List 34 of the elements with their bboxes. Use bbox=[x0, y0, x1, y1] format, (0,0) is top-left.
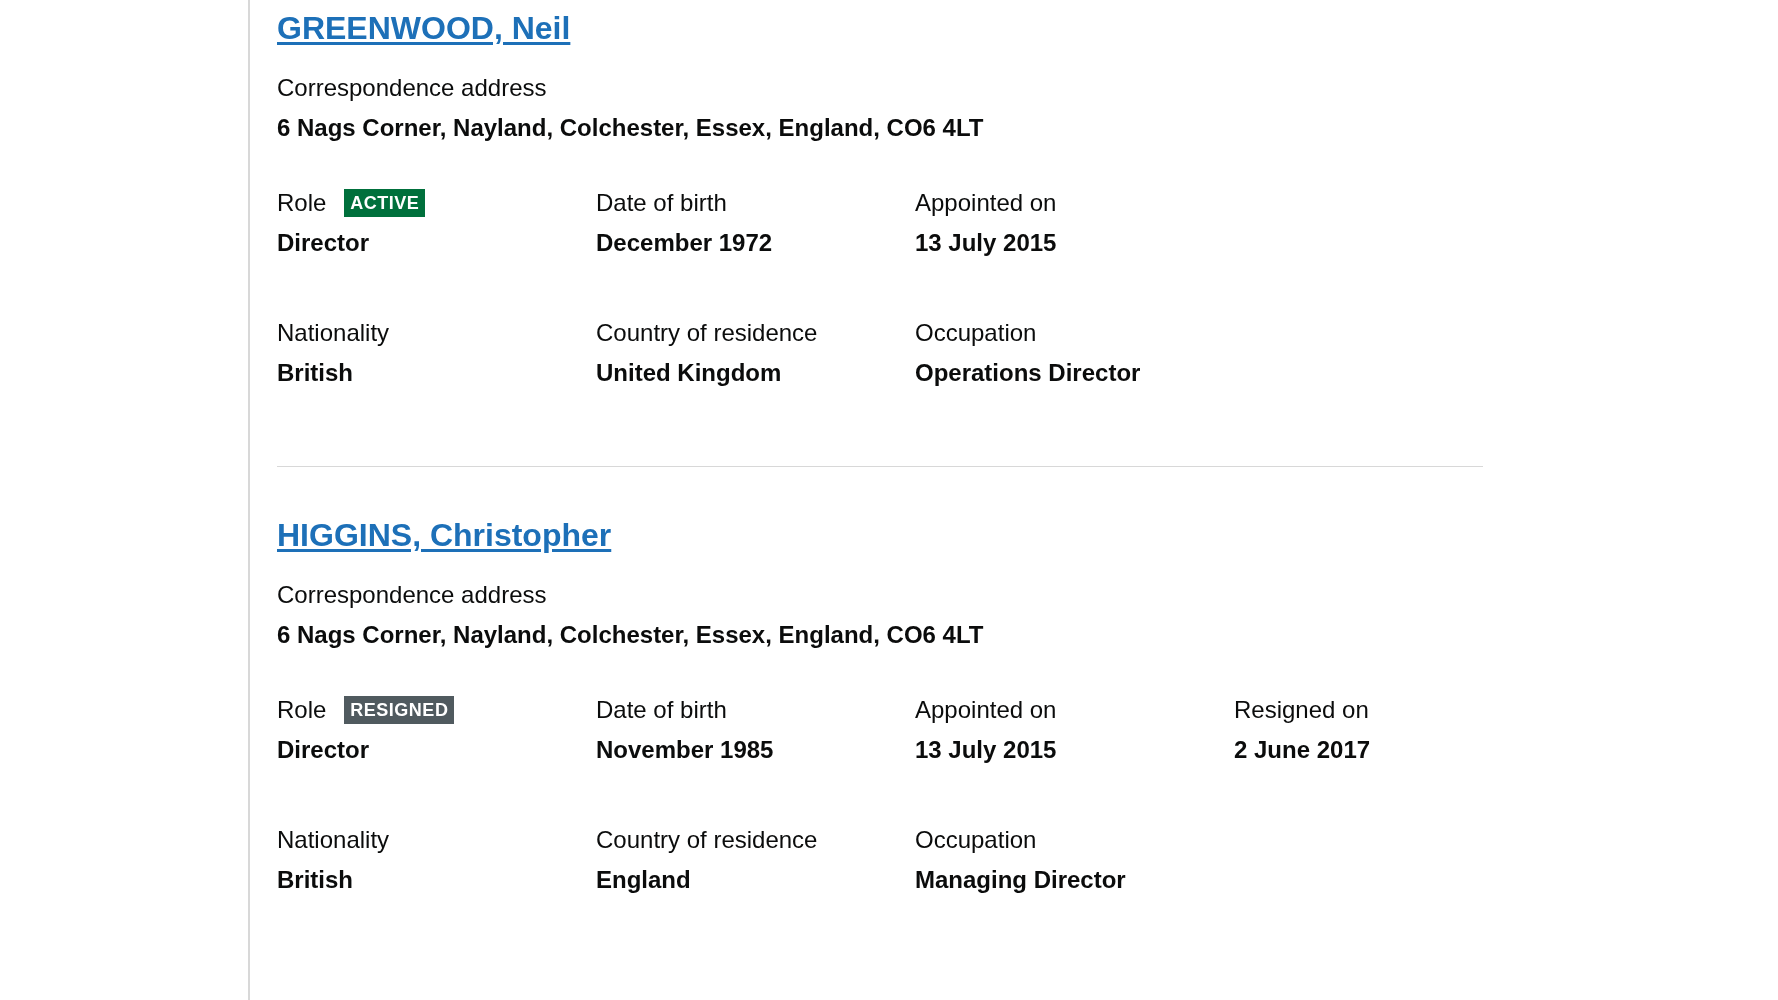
field-label: Role bbox=[277, 188, 327, 218]
field-value: 2 June 2017 bbox=[1234, 735, 1372, 765]
field-value: Director bbox=[277, 735, 371, 765]
field-value: British bbox=[277, 358, 354, 388]
field-value: Director bbox=[277, 228, 371, 258]
field-value: December 1972 bbox=[596, 228, 774, 258]
field-value: British bbox=[277, 865, 354, 895]
field-label: Nationality bbox=[277, 825, 390, 855]
status-badge: ACTIVE bbox=[344, 189, 426, 217]
officer-name-link[interactable]: GREENWOOD, Neil bbox=[277, 9, 571, 47]
field-label: Occupation bbox=[915, 318, 1037, 348]
field-value: 13 July 2015 bbox=[915, 735, 1058, 765]
field-value: 13 July 2015 bbox=[915, 228, 1058, 258]
field-value: United Kingdom bbox=[596, 358, 783, 388]
field-label: Date of birth bbox=[596, 695, 727, 725]
field-label: Nationality bbox=[277, 318, 390, 348]
field-value: November 1985 bbox=[596, 735, 775, 765]
field-label: Appointed on bbox=[915, 695, 1057, 725]
field-label: Date of birth bbox=[596, 188, 727, 218]
status-badge: RESIGNED bbox=[344, 696, 455, 724]
field-value: Managing Director bbox=[915, 865, 1127, 895]
field-label: Country of residence bbox=[596, 318, 818, 348]
officer-name-link[interactable]: HIGGINS, Christopher bbox=[277, 516, 612, 554]
address-label: Correspondence address bbox=[277, 73, 548, 103]
address-value: 6 Nags Corner, Nayland, Colchester, Essex, England, CO6 4LT bbox=[277, 113, 985, 143]
field-label: Appointed on bbox=[915, 188, 1057, 218]
address-value: 6 Nags Corner, Nayland, Colchester, Essex, England, CO6 4LT bbox=[277, 620, 985, 650]
field-label: Country of residence bbox=[596, 825, 818, 855]
field-value: England bbox=[596, 865, 692, 895]
field-label: Resigned on bbox=[1234, 695, 1369, 725]
address-label: Correspondence address bbox=[277, 580, 548, 610]
field-label: Occupation bbox=[915, 825, 1037, 855]
field-value: Operations Director bbox=[915, 358, 1142, 388]
field-label: Role bbox=[277, 695, 327, 725]
